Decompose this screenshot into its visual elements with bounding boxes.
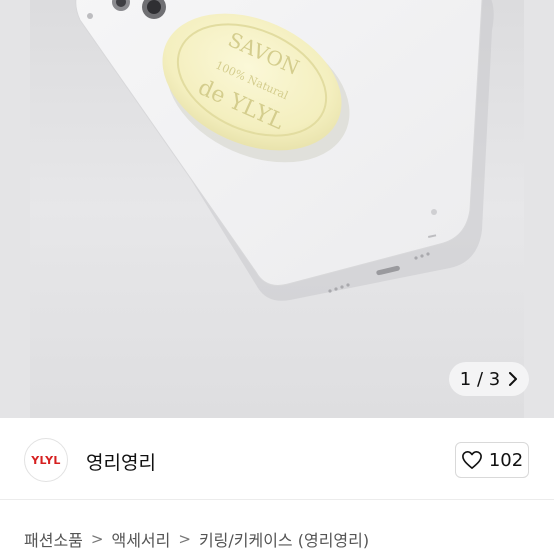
chevron-right-icon: > <box>178 530 191 548</box>
heart-outline-icon <box>461 451 482 469</box>
breadcrumb-item[interactable]: 액세서리 <box>111 527 170 551</box>
avatar-logo-text: YLYL <box>31 453 61 467</box>
breadcrumb: 패션소품 > 액세서리 > 키링/키케이스 (영리영리) <box>24 527 369 551</box>
chevron-right-icon: > <box>90 530 104 548</box>
like-count: 102 <box>488 449 524 471</box>
seller-name[interactable]: 영리영리 <box>86 448 156 475</box>
breadcrumb-item[interactable]: 키링/키케이스 (영리영리) <box>199 527 369 551</box>
seller-avatar[interactable]: YLYL <box>24 438 68 482</box>
phone-case-illustration: SAVON 100% Natural de YLYL <box>75 0 494 301</box>
pager-counter: 1 / 3 <box>459 368 501 390</box>
product-image-gallery[interactable]: SAVON 100% Natural de YLYL 1 / 3 <box>0 0 554 418</box>
like-button[interactable]: 102 <box>455 442 529 478</box>
chevron-right-icon[interactable] <box>508 372 518 386</box>
image-pager[interactable]: 1 / 3 <box>449 362 529 396</box>
breadcrumb-item[interactable]: 패션소품 <box>24 527 83 551</box>
product-photo[interactable]: SAVON 100% Natural de YLYL <box>30 0 524 418</box>
